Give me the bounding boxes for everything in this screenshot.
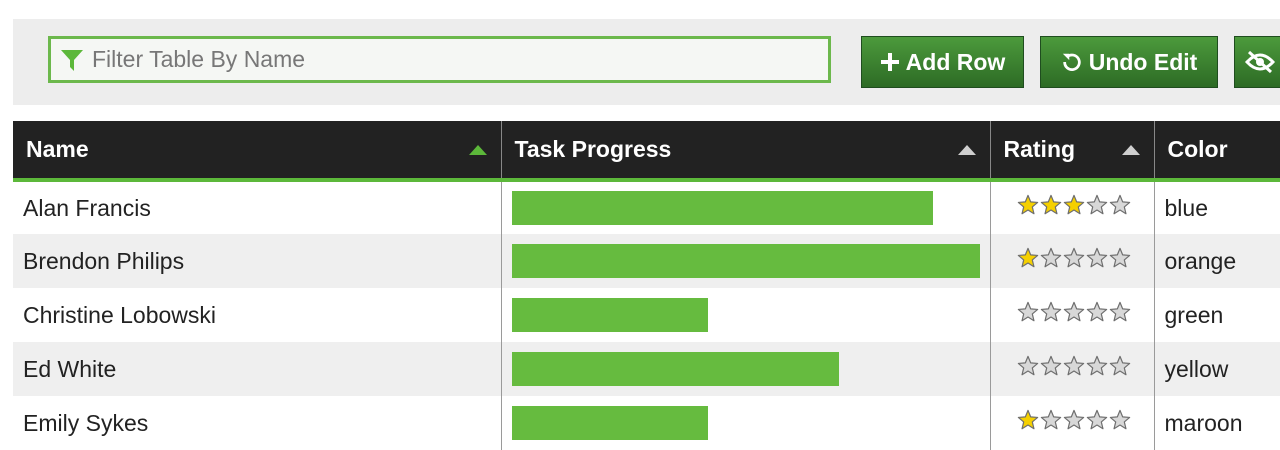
cell-color[interactable]: green bbox=[1154, 288, 1280, 342]
column-header-rating[interactable]: Rating bbox=[990, 121, 1155, 182]
cell-rating[interactable] bbox=[990, 234, 1155, 288]
star-icon[interactable] bbox=[1040, 409, 1062, 437]
cell-progress[interactable] bbox=[501, 234, 991, 288]
star-icon[interactable] bbox=[1040, 355, 1062, 383]
table-row[interactable]: Emily Sykes maroon bbox=[13, 396, 1280, 450]
cell-rating[interactable] bbox=[990, 180, 1155, 234]
cell-progress[interactable] bbox=[501, 288, 991, 342]
progress-bar bbox=[511, 298, 709, 332]
cell-progress[interactable] bbox=[501, 180, 991, 234]
undo-icon bbox=[1062, 53, 1081, 71]
star-icon[interactable] bbox=[1109, 409, 1131, 437]
star-icon[interactable] bbox=[1063, 194, 1085, 222]
star-icon[interactable] bbox=[1086, 301, 1108, 329]
cell-name[interactable]: Alan Francis bbox=[13, 180, 502, 234]
star-icon[interactable] bbox=[1086, 247, 1108, 275]
cell-color[interactable]: maroon bbox=[1154, 396, 1280, 450]
star-icon[interactable] bbox=[1040, 301, 1062, 329]
cell-rating[interactable] bbox=[990, 288, 1155, 342]
star-icon[interactable] bbox=[1109, 247, 1131, 275]
progress-bar bbox=[511, 191, 933, 225]
star-icon[interactable] bbox=[1017, 194, 1039, 222]
star-icon[interactable] bbox=[1017, 355, 1039, 383]
star-icon[interactable] bbox=[1017, 247, 1039, 275]
table-row[interactable]: Ed White yellow bbox=[13, 342, 1280, 396]
column-header-label: Rating bbox=[1003, 136, 1076, 162]
cell-name[interactable]: Christine Lobowski bbox=[13, 288, 502, 342]
filter-input[interactable] bbox=[92, 46, 772, 73]
star-icon[interactable] bbox=[1063, 355, 1085, 383]
table-row[interactable]: Christine Lobowski green bbox=[13, 288, 1280, 342]
column-header-name[interactable]: Name bbox=[13, 121, 502, 182]
table-row[interactable]: Alan Francis blue bbox=[13, 180, 1280, 234]
sort-arrow-icon[interactable] bbox=[1121, 145, 1140, 155]
undo-edit-button[interactable]: Undo Edit bbox=[1040, 36, 1218, 88]
cell-rating[interactable] bbox=[990, 342, 1155, 396]
cell-color[interactable]: orange bbox=[1154, 234, 1280, 288]
cell-color[interactable]: yellow bbox=[1154, 342, 1280, 396]
filter-icon bbox=[61, 49, 83, 71]
cell-color[interactable]: blue bbox=[1154, 180, 1280, 234]
progress-bar bbox=[511, 406, 709, 440]
add-row-button[interactable]: Add Row bbox=[861, 36, 1024, 88]
table-row[interactable]: Brendon Philips orange bbox=[13, 234, 1280, 288]
column-header-color[interactable]: Color bbox=[1154, 121, 1280, 182]
column-header-task-progress[interactable]: Task Progress bbox=[501, 121, 991, 182]
cell-progress[interactable] bbox=[501, 396, 991, 450]
star-icon[interactable] bbox=[1086, 409, 1108, 437]
star-icon[interactable] bbox=[1063, 409, 1085, 437]
star-icon[interactable] bbox=[1040, 194, 1062, 222]
plus-icon bbox=[880, 53, 899, 71]
column-header-label: Task Progress bbox=[514, 136, 672, 162]
data-table: Name Task Progress Rating Color Alan Franci… bbox=[13, 121, 1280, 450]
cell-rating[interactable] bbox=[990, 396, 1155, 450]
table-body: Alan Francis blue Brendon Philips orange Chr… bbox=[13, 180, 1280, 450]
cell-progress[interactable] bbox=[501, 342, 991, 396]
hide-columns-button[interactable] bbox=[1234, 36, 1280, 88]
star-icon[interactable] bbox=[1086, 194, 1108, 222]
star-icon[interactable] bbox=[1017, 301, 1039, 329]
cell-name[interactable]: Brendon Philips bbox=[13, 234, 502, 288]
star-icon[interactable] bbox=[1109, 301, 1131, 329]
progress-bar bbox=[511, 244, 980, 278]
star-icon[interactable] bbox=[1017, 409, 1039, 437]
cell-name[interactable]: Ed White bbox=[13, 342, 502, 396]
undo-edit-label: Undo Edit bbox=[1088, 48, 1198, 75]
star-icon[interactable] bbox=[1063, 301, 1085, 329]
star-icon[interactable] bbox=[1109, 194, 1131, 222]
toolbar: Add Row Undo Edit bbox=[13, 19, 1280, 105]
table-header-row: Name Task Progress Rating Color bbox=[13, 121, 1280, 182]
star-icon[interactable] bbox=[1109, 355, 1131, 383]
filter-box[interactable] bbox=[48, 36, 831, 83]
eye-slash-icon bbox=[1245, 50, 1275, 74]
star-icon[interactable] bbox=[1086, 355, 1108, 383]
star-icon[interactable] bbox=[1063, 247, 1085, 275]
sort-arrow-icon[interactable] bbox=[468, 145, 487, 155]
column-header-label: Name bbox=[26, 136, 89, 162]
progress-bar bbox=[511, 352, 840, 386]
sort-arrow-icon[interactable] bbox=[957, 145, 976, 155]
add-row-label: Add Row bbox=[905, 48, 1006, 75]
column-header-label: Color bbox=[1167, 136, 1228, 162]
cell-name[interactable]: Emily Sykes bbox=[13, 396, 502, 450]
star-icon[interactable] bbox=[1040, 247, 1062, 275]
